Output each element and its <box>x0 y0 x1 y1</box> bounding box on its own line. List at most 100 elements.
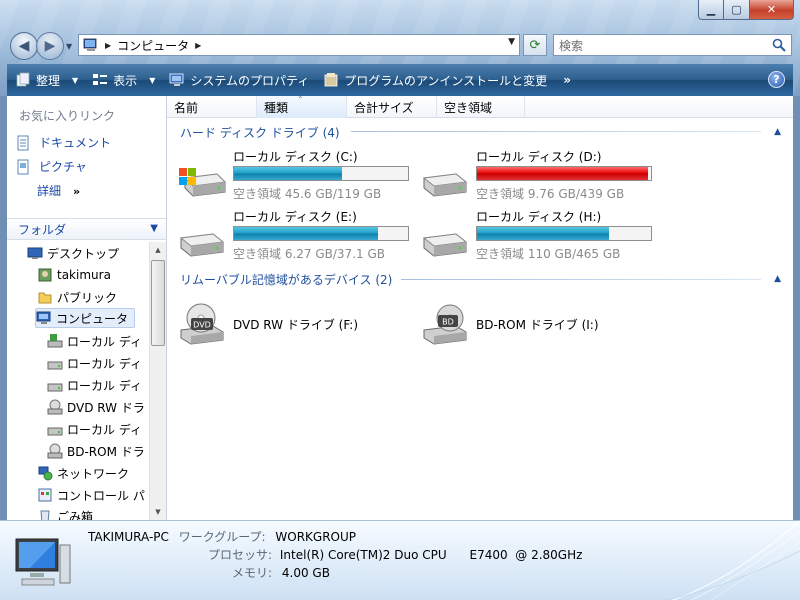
drive-icon <box>179 233 225 257</box>
drive-icon <box>422 233 468 257</box>
views-button[interactable]: 表示 ▼ <box>92 72 155 89</box>
caption-buttons: ▁ ▢ ✕ <box>698 0 794 20</box>
forward-button[interactable]: ▶ <box>36 32 64 60</box>
tree-item-label: コントロール パ <box>57 488 145 503</box>
group-collapse-icon[interactable]: ▲ <box>774 274 781 284</box>
tree-item-label: ネットワーク <box>57 466 130 481</box>
drive-tile-h[interactable]: ローカル ディスク (H:) 空き領域 110 GB/465 GB <box>414 208 654 262</box>
search-input[interactable]: 検索 <box>553 34 792 56</box>
tree-item-dvd-drive[interactable]: DVD RW ドラ <box>47 397 145 417</box>
search-placeholder: 検索 <box>559 38 584 53</box>
drive-icon <box>47 383 63 392</box>
uninstall-programs-label: プログラムのアンインストールと変更 <box>344 73 548 88</box>
drive-icon <box>47 361 63 370</box>
column-header-total-size[interactable]: 合計サイズ <box>347 96 437 118</box>
help-button[interactable]: ? <box>768 71 785 88</box>
drive-tile-dvd[interactable]: DVD DVD RW ドライブ (F:) <box>171 296 411 350</box>
address-bar[interactable]: ▶ コンピュータ ▶ ▼ <box>78 34 520 56</box>
uninstall-programs-button[interactable]: プログラムのアンインストールと変更 <box>323 72 547 89</box>
bd-badge: BD <box>442 318 454 327</box>
tree-item-label: DVD RW ドラ <box>67 400 145 415</box>
drive-tile-c[interactable]: ローカル ディスク (C:) 空き領域 45.6 GB/119 GB <box>171 148 411 202</box>
group-collapse-icon[interactable]: ▲ <box>774 127 781 137</box>
drive-icon <box>422 173 468 197</box>
system-properties-icon <box>169 73 184 86</box>
group-title: ハード ディスク ドライブ (4) <box>180 126 340 140</box>
scroll-up-icon[interactable]: ▲ <box>150 242 166 258</box>
drive-usage-fill <box>477 167 648 180</box>
drive-name: DVD RW ドライブ (F:) <box>233 318 359 332</box>
drive-name: BD-ROM ドライブ (I:) <box>476 318 599 332</box>
scroll-down-icon[interactable]: ▼ <box>150 504 166 520</box>
favorite-link-documents[interactable]: ドキュメント <box>15 134 111 151</box>
scrollbar-thumb[interactable] <box>151 260 165 346</box>
system-properties-button[interactable]: システムのプロパティ <box>169 72 309 89</box>
tree-item-drive-e[interactable]: ローカル ディ <box>47 375 142 395</box>
memory-label: メモリ: <box>232 566 273 580</box>
search-icon[interactable] <box>772 38 786 52</box>
tree-item-desktop[interactable]: デスクトップ <box>27 243 119 263</box>
drive-name: ローカル ディスク (E:) <box>233 210 357 224</box>
tree-item-public[interactable]: パブリック <box>37 287 117 307</box>
tree-item-label: ローカル ディ <box>67 356 142 371</box>
tree-item-drive-c[interactable]: ローカル ディ <box>47 331 142 351</box>
tree-item-takimura[interactable]: takimura <box>37 265 111 285</box>
bd-drive-icon: BD <box>423 304 467 345</box>
network-icon <box>38 466 53 481</box>
computer-name-row: TAKIMURA-PC ワークグループ: WORKGROUP <box>88 528 356 545</box>
toolbar-overflow-button[interactable]: » <box>563 73 571 87</box>
maximize-button[interactable]: ▢ <box>724 0 750 20</box>
more-links-button[interactable]: 詳細 » <box>37 182 80 199</box>
tree-item-drive-h[interactable]: ローカル ディ <box>47 419 142 439</box>
tree-item-label: takimura <box>57 268 111 282</box>
breadcrumb-separator-icon[interactable]: ▶ <box>105 41 111 50</box>
refresh-icon: ⟳ <box>529 37 541 53</box>
recent-pages-dropdown[interactable]: ▼ <box>66 42 76 51</box>
sort-ascending-icon: ⌃ <box>297 95 304 104</box>
column-header-free-space[interactable]: 空き領域 <box>437 96 525 118</box>
back-button[interactable]: ◀ <box>10 32 38 60</box>
processor-value: Intel(R) Core(TM)2 Duo CPU E7400 @ 2.80G… <box>279 548 583 562</box>
breadcrumb-computer[interactable]: コンピュータ <box>117 37 189 54</box>
drive-name: ローカル ディスク (H:) <box>476 210 602 224</box>
drive-tile-e[interactable]: ローカル ディスク (E:) 空き領域 6.27 GB/37.1 GB <box>171 208 411 262</box>
pictures-icon <box>17 159 29 174</box>
close-button[interactable]: ✕ <box>750 0 794 20</box>
drive-usage-fill <box>234 227 379 240</box>
folder-tree-scrollbar[interactable]: ▲ ▼ <box>149 242 166 520</box>
tree-item-label: ローカル ディ <box>67 378 142 393</box>
drive-free-space: 空き領域 9.76 GB/439 GB <box>476 187 625 201</box>
group-header-removable[interactable]: リムーバブル記憶域があるデバイス (2) <box>180 271 392 288</box>
computer-icon <box>15 538 71 586</box>
address-dropdown-icon[interactable]: ▼ <box>508 37 515 47</box>
favorite-link-label: ドキュメント <box>39 136 112 150</box>
refresh-button[interactable]: ⟳ <box>523 34 547 56</box>
column-header-name[interactable]: 名前 <box>167 96 257 118</box>
folders-title: フォルダ <box>18 222 67 237</box>
tree-item-label: パブリック <box>57 290 118 305</box>
tree-item-label: BD-ROM ドラ <box>67 444 145 459</box>
optical-drive-icon <box>47 399 63 415</box>
tree-item-network[interactable]: ネットワーク <box>37 463 129 483</box>
drive-usage-fill <box>477 227 610 240</box>
minimize-button[interactable]: ▁ <box>698 0 724 20</box>
tree-item-drive-d[interactable]: ローカル ディ <box>47 353 142 373</box>
favorite-link-pictures[interactable]: ピクチャ <box>15 158 87 175</box>
group-header-hard-disks[interactable]: ハード ディスク ドライブ (4) <box>180 124 340 141</box>
drive-icon <box>47 427 63 436</box>
tree-item-bd-drive[interactable]: BD-ROM ドラ <box>47 441 145 461</box>
breadcrumb-separator-icon[interactable]: ▶ <box>195 41 201 50</box>
favorite-link-label: ピクチャ <box>39 160 87 174</box>
tree-item-label: ローカル ディ <box>67 422 142 437</box>
drive-tile-d[interactable]: ローカル ディスク (D:) 空き領域 9.76 GB/439 GB <box>414 148 654 202</box>
views-label: 表示 <box>113 73 138 88</box>
chevron-down-icon: ▼ <box>150 223 158 234</box>
organize-button[interactable]: 整理 ▼ <box>15 72 78 89</box>
folders-header[interactable]: フォルダ ▼ <box>7 218 166 240</box>
tree-item-control-panel[interactable]: コントロール パ <box>37 485 145 505</box>
tree-item-recycle-bin[interactable]: ごみ箱 <box>37 506 93 520</box>
system-properties-label: システムのプロパティ <box>190 73 310 88</box>
tree-item-computer[interactable]: コンピュータ <box>35 308 135 328</box>
drive-tile-bd[interactable]: BD BD-ROM ドライブ (I:) <box>414 296 654 350</box>
drive-free-space: 空き領域 6.27 GB/37.1 GB <box>233 247 385 261</box>
